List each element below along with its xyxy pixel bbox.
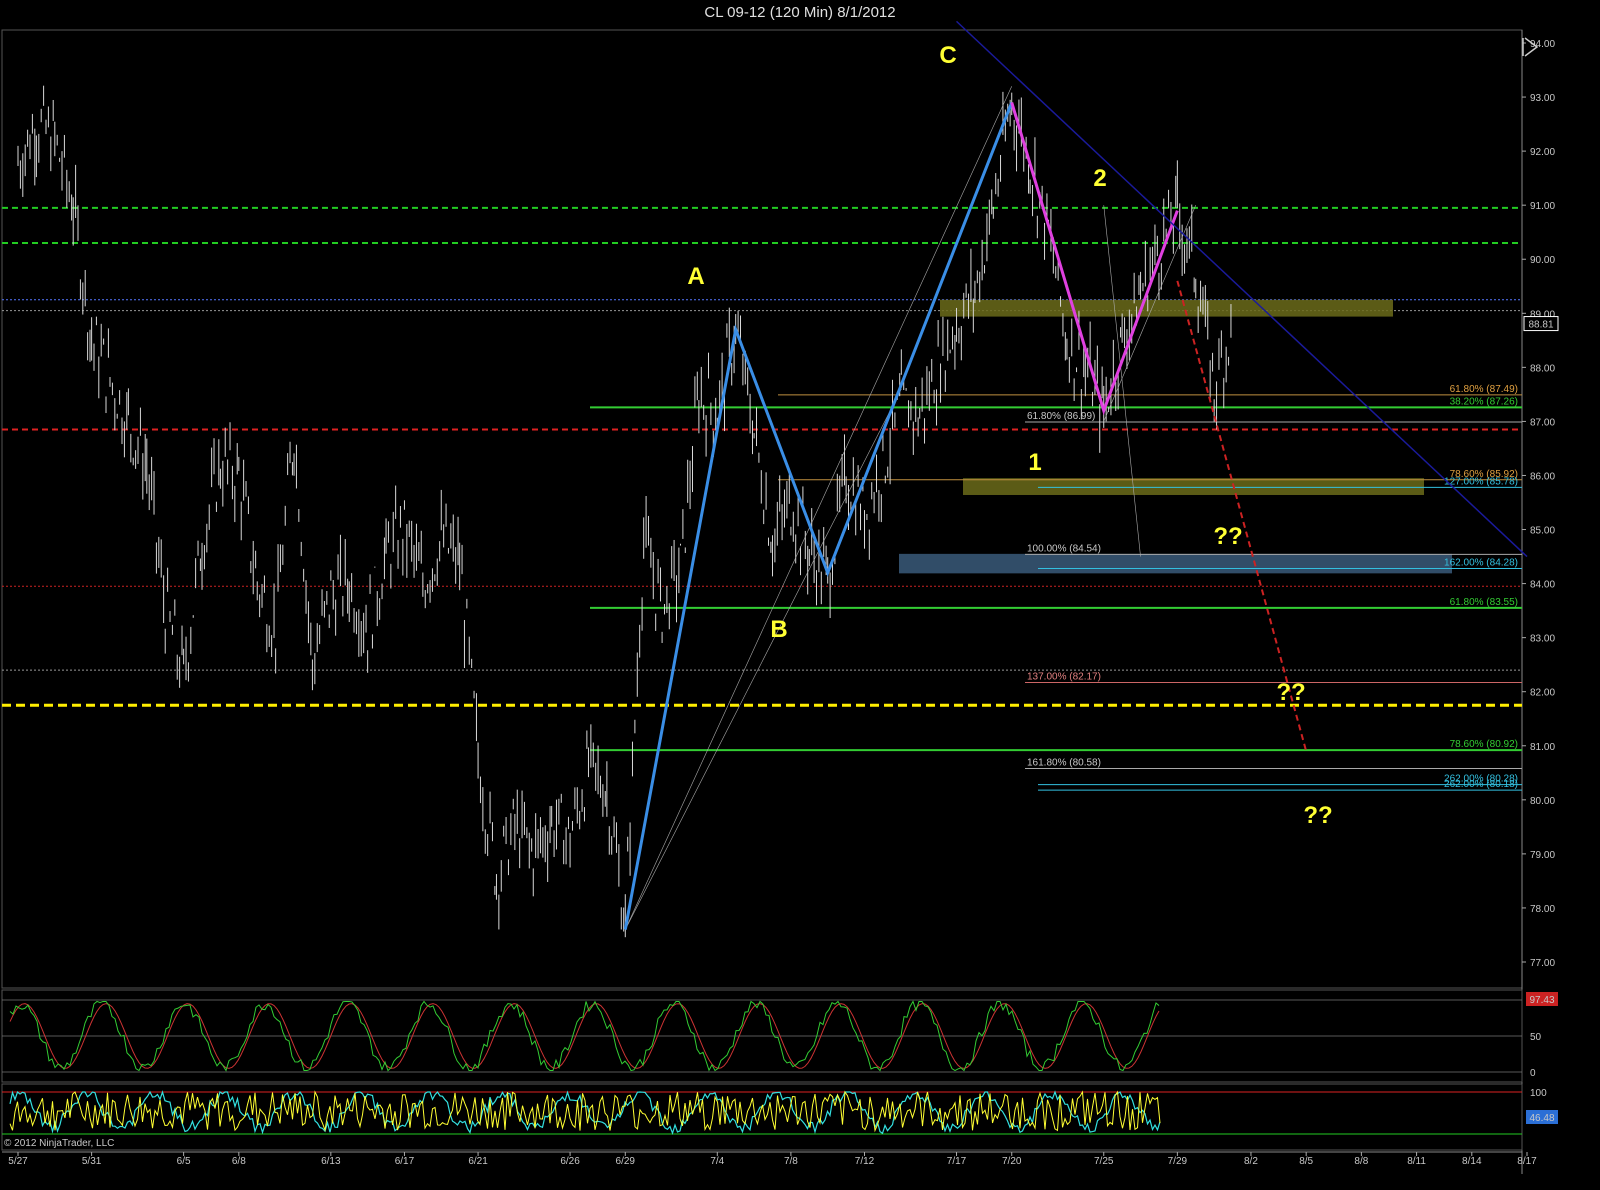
y-tick-label: 85.00: [1530, 526, 1555, 537]
fib-label: 61.80% (87.49): [1450, 384, 1518, 395]
x-tick-label: 5/27: [8, 1156, 28, 1167]
y-tick-label: 79.00: [1530, 850, 1555, 861]
x-tick-label: 6/5: [177, 1156, 191, 1167]
price-panel-frame: [1, 29, 1523, 989]
x-tick-label: 7/12: [855, 1156, 875, 1167]
x-tick-label: 6/26: [560, 1156, 580, 1167]
pattern-label-C: C: [939, 42, 956, 69]
y-tick-label: 90.00: [1530, 255, 1555, 266]
fib-label: 61.80% (86.99): [1027, 411, 1095, 422]
x-tick-label: 7/17: [947, 1156, 967, 1167]
time-axis: 5/27 5/31 6/5 6/8 6/13 6/17 6/21 6/26 6/29 7/4 7/8…: [2, 1151, 1537, 1167]
x-tick-label: 6/29: [616, 1156, 636, 1167]
x-tick-label: 5/31: [82, 1156, 102, 1167]
down-trendline: [956, 20, 1528, 558]
stoch-tick-label: 0: [1530, 1068, 1536, 1079]
y-tick-label: 88.00: [1530, 363, 1555, 374]
price-zone: [899, 553, 1452, 574]
fib-label: 161.80% (80.58): [1027, 757, 1101, 768]
pattern-label-1: 1: [1028, 449, 1041, 476]
x-tick-label: 6/17: [395, 1156, 415, 1167]
fib-label: 162.00% (84.28): [1444, 557, 1518, 568]
stoch-value-label: 97.43: [1529, 995, 1554, 1006]
x-tick-label: 6/8: [232, 1156, 246, 1167]
y-tick-label: 82.00: [1530, 688, 1555, 699]
x-tick-label: 8/8: [1354, 1156, 1368, 1167]
oscillator-panel[interactable]: 100 46.48 © 2012 NinjaTrader, LLC: [1, 1083, 1558, 1151]
y-tick-label: 87.00: [1530, 417, 1555, 428]
x-tick-label: 7/20: [1002, 1156, 1022, 1167]
y-tick-label: 77.00: [1530, 958, 1555, 969]
fib-label: 78.60% (80.92): [1450, 739, 1518, 750]
price-zone: [940, 299, 1393, 317]
x-tick-label: 7/29: [1168, 1156, 1188, 1167]
fib-tool-line: [625, 86, 1013, 930]
y-tick-label: 81.00: [1530, 742, 1555, 753]
cci-value-label: 46.48: [1529, 1113, 1554, 1124]
x-tick-label: 6/21: [468, 1156, 488, 1167]
chart-canvas[interactable]: 94.0093.0092.0091.0090.0089.0088.0087.00…: [0, 0, 1600, 1190]
price-zone: [963, 478, 1424, 495]
x-tick-label: 7/8: [784, 1156, 798, 1167]
x-tick-label: 8/2: [1244, 1156, 1258, 1167]
fib-label: 100.00% (84.54): [1027, 543, 1101, 554]
price-panel[interactable]: 94.0093.0092.0091.0090.0089.0088.0087.00…: [1, 20, 1559, 1174]
fib-label: 127.00% (85.78): [1444, 476, 1518, 487]
stoch-tick-label: 50: [1530, 1032, 1542, 1043]
y-tick-label: 93.00: [1530, 93, 1555, 104]
pattern-label-A: A: [687, 263, 704, 290]
y-tick-label: 84.00: [1530, 580, 1555, 591]
fib-label: 262.00% (80.18): [1444, 779, 1518, 790]
y-tick-label: 80.00: [1530, 796, 1555, 807]
y-tick-label: 92.00: [1530, 147, 1555, 158]
x-tick-label: 8/5: [1299, 1156, 1313, 1167]
copyright-text: © 2012 NinjaTrader, LLC: [4, 1138, 114, 1149]
question-mark-label: ??: [1303, 802, 1332, 829]
fib-label: 137.00% (82.17): [1027, 672, 1101, 683]
fib-tool-line: [1103, 205, 1141, 557]
x-tick-label: 7/25: [1094, 1156, 1114, 1167]
pattern-label-2: 2: [1093, 165, 1106, 192]
fib-tool-line: [625, 388, 902, 930]
x-tick-label: 8/17: [1517, 1156, 1537, 1167]
x-tick-label: 8/11: [1407, 1156, 1426, 1167]
fib-label: 38.20% (87.26): [1450, 396, 1518, 407]
x-tick-label: 8/14: [1462, 1156, 1482, 1167]
stochastics-panel[interactable]: 50 0 97.43: [1, 989, 1558, 1083]
question-mark-label: ??: [1276, 679, 1305, 706]
pattern-label-B: B: [770, 616, 787, 643]
x-tick-label: 6/13: [321, 1156, 341, 1167]
y-tick-label: 91.00: [1530, 201, 1555, 212]
y-tick-label: 86.00: [1530, 471, 1555, 482]
cci-cyan-line: [9, 1090, 1161, 1135]
y-tick-label: 83.00: [1530, 634, 1555, 645]
x-tick-label: 7/4: [710, 1156, 724, 1167]
y-tick-label: 78.00: [1530, 904, 1555, 915]
question-mark-label: ??: [1213, 523, 1242, 550]
fib-label: 61.80% (83.55): [1450, 597, 1518, 608]
last-price-label: 88.81: [1528, 320, 1553, 331]
cci-tick-label: 100: [1530, 1088, 1547, 1099]
